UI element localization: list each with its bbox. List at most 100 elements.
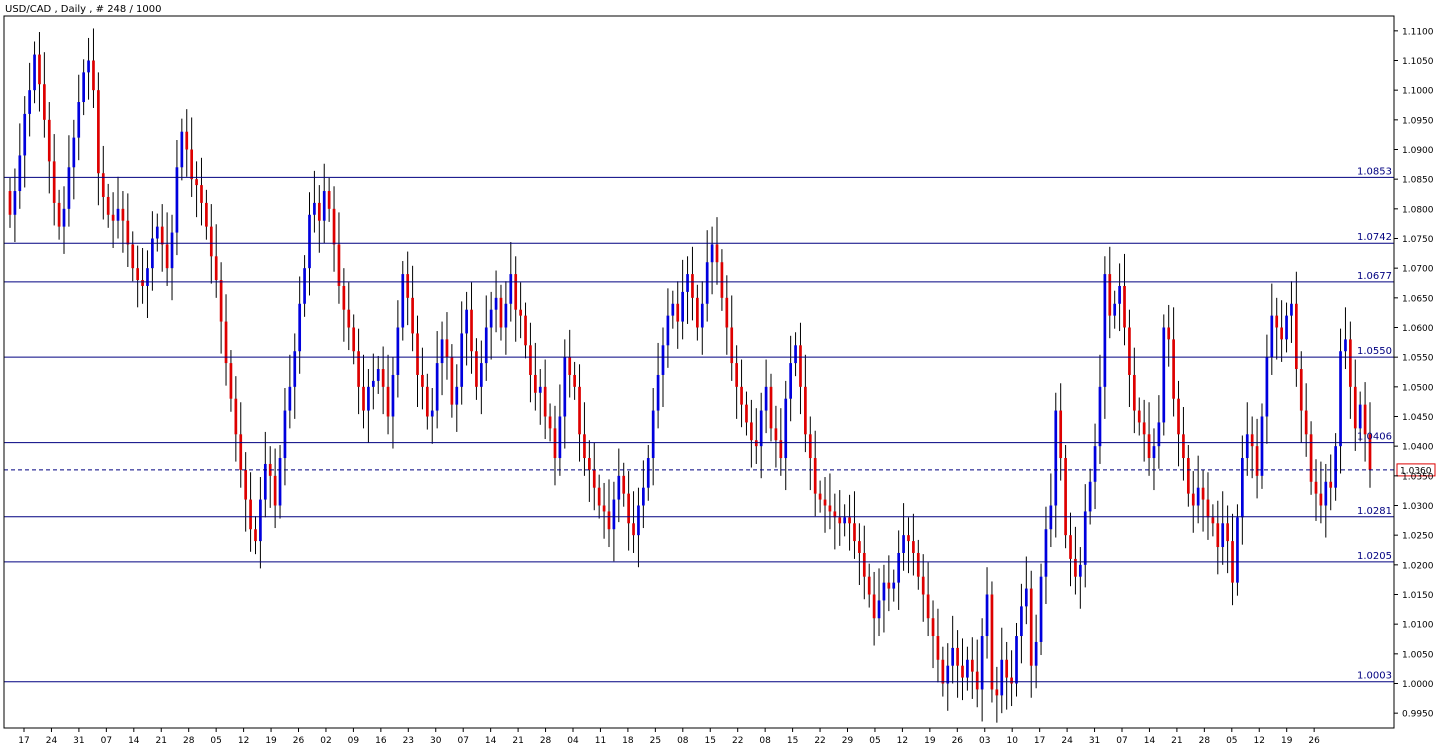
candle-body-up [504, 303, 508, 328]
candle-body-down [209, 226, 213, 257]
x-tick-label: 31 [73, 736, 84, 746]
candle-body-down [1182, 434, 1185, 459]
candle-body-up [298, 303, 302, 352]
level-label: 1.0281 [1357, 506, 1392, 517]
level-label: 1.0550 [1357, 346, 1392, 357]
candle [1162, 314, 1166, 436]
y-tick-label: 1.0400 [1402, 443, 1434, 453]
x-tick-label: 12 [238, 736, 249, 746]
candle-body-up [1024, 588, 1028, 607]
candle-body-down [754, 440, 758, 447]
candle-body-down [219, 280, 223, 322]
candle-body-down [195, 179, 198, 186]
candle-body-up [656, 374, 660, 411]
candle-body-up [293, 351, 297, 387]
candle-body-down [1363, 404, 1367, 435]
y-tick-label: 1.0600 [1402, 324, 1434, 334]
x-tick-label: 23 [403, 736, 414, 746]
x-tick-label: 05 [1226, 736, 1237, 746]
candle-body-down [57, 202, 61, 227]
candle-body-down [514, 274, 518, 310]
x-tick-label: 31 [1089, 736, 1100, 746]
y-tick-label: 1.0350 [1402, 472, 1434, 482]
candle-body-down [190, 149, 194, 180]
candle-body-down [229, 363, 233, 399]
x-tick-label: 29 [842, 736, 854, 746]
candle-body-up [180, 131, 184, 168]
x-tick-label: 21 [512, 736, 523, 746]
x-tick-label: 08 [759, 736, 771, 746]
candle-body-down [1280, 327, 1283, 340]
candle-body-up [13, 191, 17, 215]
candle-body-down [622, 475, 626, 494]
candle-body-up [72, 137, 76, 168]
level-label: 1.0003 [1357, 671, 1392, 682]
candle-body-down [1010, 677, 1013, 684]
candle-body-down [421, 374, 424, 387]
candle-body-up [617, 475, 621, 500]
x-tick-label: 30 [430, 736, 442, 746]
candle-body-down [342, 285, 346, 310]
candle-body-up [155, 226, 159, 239]
candle-body-down [956, 647, 959, 666]
candle-body-down [725, 297, 729, 328]
candle [1064, 444, 1067, 549]
candle-body-down [1299, 369, 1303, 411]
candle-body-up [1088, 481, 1092, 512]
candle-body-up [460, 333, 464, 387]
candle-body-up [62, 208, 66, 227]
candle-body-down [1128, 327, 1131, 375]
x-tick-label: 12 [897, 736, 908, 746]
candle-body-down [632, 523, 635, 536]
candle-body-down [337, 244, 341, 286]
candle-body-up [322, 191, 326, 221]
y-tick-label: 1.0850 [1402, 176, 1434, 186]
candle-body-up [1236, 517, 1239, 583]
candle-body-down [838, 517, 842, 524]
candle-body-down [244, 469, 248, 500]
candle-body-down [813, 458, 817, 494]
candle-body-down [995, 689, 999, 696]
candle-body-up [892, 582, 896, 589]
x-tick-label: 24 [1061, 736, 1073, 746]
candle-body-down [696, 297, 699, 328]
candle-body-up [1034, 641, 1038, 666]
candle-body-down [214, 256, 218, 281]
candle-body-up [966, 659, 969, 678]
candle-body-down [92, 60, 95, 91]
candle-body-up [1000, 659, 1004, 696]
candle-body-up [1015, 636, 1018, 684]
y-tick-label: 1.0750 [1402, 235, 1434, 245]
candle-body-down [769, 386, 773, 429]
candle-body-up [259, 499, 262, 542]
x-tick-label: 11 [595, 736, 606, 746]
candle-body-down [205, 202, 208, 227]
candle-body-up [784, 398, 788, 459]
x-tick-label: 08 [677, 736, 689, 746]
candle-body-down [131, 244, 135, 269]
candle-body-up [484, 327, 488, 364]
x-tick-label: 28 [183, 736, 195, 746]
price-chart: USD/CAD , Daily , # 248 / 1000 1.0853 1.0… [0, 0, 1440, 750]
candle-body-down [931, 618, 935, 637]
candle-body-up [1334, 446, 1337, 488]
candle-body-down [1250, 434, 1254, 447]
candle-body-up [1083, 511, 1087, 565]
chart-background [0, 0, 1440, 750]
candle-body-up [1344, 339, 1347, 352]
x-tick-label: 14 [1144, 736, 1156, 746]
candle-body-down [926, 594, 930, 619]
candle-body-down [848, 517, 851, 524]
candle-body-down [548, 416, 552, 429]
candle-body-down [352, 327, 356, 352]
candle-body-down [607, 511, 611, 530]
candle-body-up [396, 327, 400, 375]
y-tick-label: 1.0200 [1402, 561, 1434, 571]
y-tick-label: 1.0700 [1402, 265, 1434, 275]
candle-body-down [1295, 303, 1298, 370]
candle-body-down [1255, 446, 1259, 476]
candle-body-up [23, 113, 27, 156]
candle-body-down [200, 185, 203, 203]
candle-body-down [872, 594, 876, 619]
candle-body-down [106, 196, 110, 215]
